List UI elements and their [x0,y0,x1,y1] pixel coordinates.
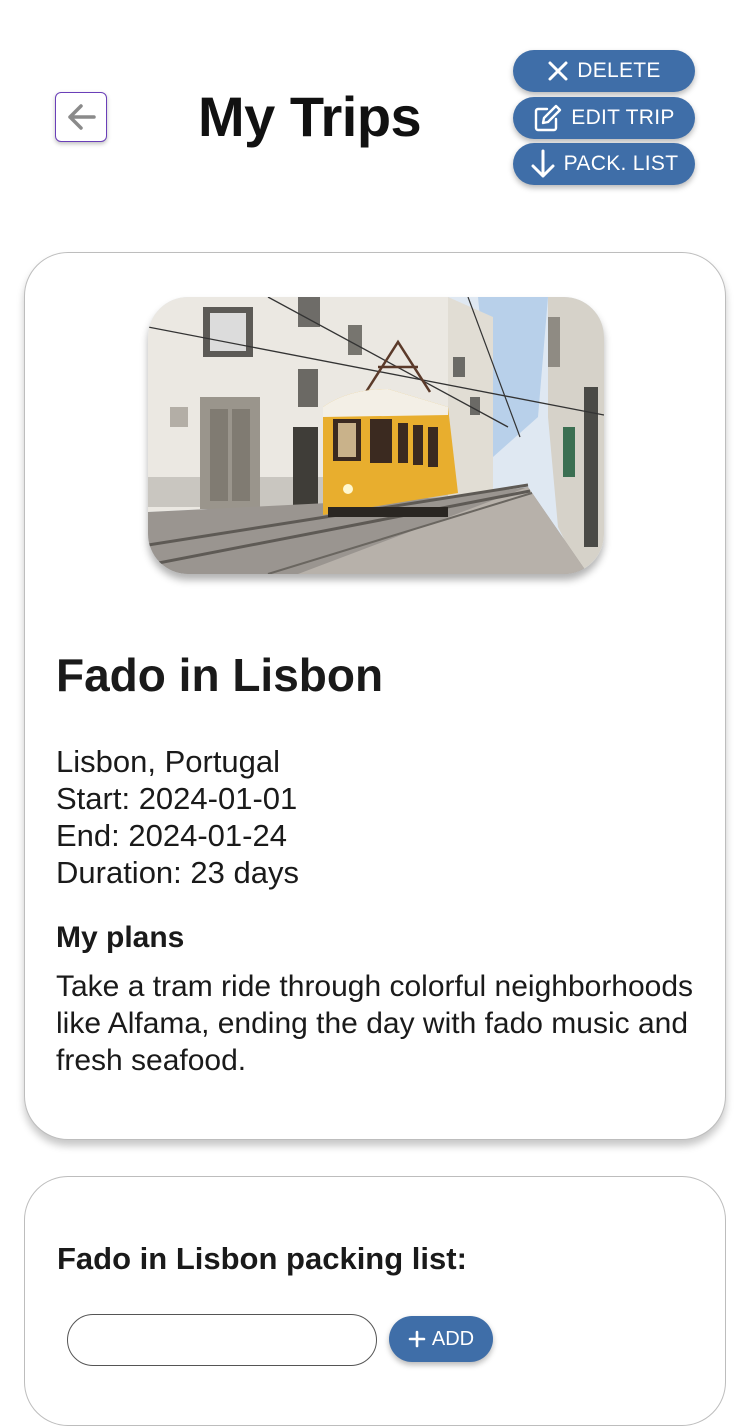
plans-heading: My plans [56,921,185,954]
packing-list-title: Fado in Lisbon packing list: [57,1241,467,1276]
delete-label: DELETE [577,59,661,82]
arrow-left-icon [68,104,96,130]
add-item-button[interactable]: ADD [389,1316,493,1362]
edit-icon [535,104,562,132]
trip-card: Fado in Lisbon Lisbon, Portugal Start: 2… [24,252,726,1140]
trip-location: Lisbon, Portugal [56,744,281,779]
trip-duration: Duration: 23 days [56,855,299,890]
packing-list-button[interactable]: PACK. LIST [513,143,695,185]
back-button[interactable] [55,92,107,142]
close-icon [548,61,568,81]
packing-list-label: PACK. LIST [563,152,679,175]
trip-end-date: End: 2024-01-24 [56,818,287,853]
edit-trip-button[interactable]: EDIT TRIP [513,97,695,139]
trip-title: Fado in Lisbon [56,649,384,701]
trip-info: Lisbon, Portugal Start: 2024-01-01 End: … [56,743,299,891]
delete-button[interactable]: DELETE [513,50,695,92]
plans-text: Take a tram ride through colorful neighb… [56,970,694,1077]
packing-list-card: Fado in Lisbon packing list: ADD [24,1176,726,1426]
packing-item-input[interactable] [67,1314,377,1366]
trip-start-date: Start: 2024-01-01 [56,781,298,816]
trip-photo [148,297,604,574]
edit-trip-label: EDIT TRIP [571,106,675,129]
add-item-label: ADD [431,1327,475,1350]
arrow-down-icon [531,149,555,178]
page-title: My Trips [198,85,422,148]
plus-icon [408,1330,426,1348]
